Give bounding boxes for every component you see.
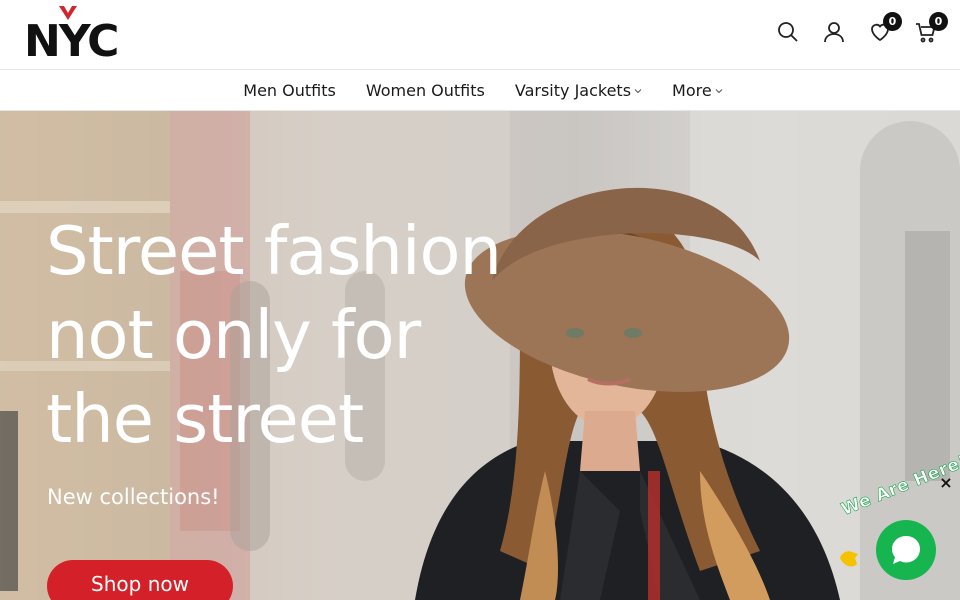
logo[interactable]: NYC [24, 6, 119, 67]
chevron-down-icon [715, 88, 723, 93]
header-actions: 0 0 [776, 12, 948, 44]
shop-now-button[interactable]: Shop now [47, 560, 233, 600]
nav-item-more[interactable]: More [672, 81, 723, 100]
user-icon[interactable] [822, 20, 846, 44]
main-nav: Men Outfits Women Outfits Varsity Jacket… [0, 71, 960, 111]
wishlist-button[interactable]: 0 [868, 12, 902, 44]
nav-item-varsity-jackets[interactable]: Varsity Jackets [515, 81, 642, 100]
wishlist-count-badge: 0 [883, 12, 902, 31]
chevron-down-icon [634, 88, 642, 93]
cart-count-badge: 0 [929, 12, 948, 31]
logo-text: NYC [24, 16, 119, 67]
nav-item-label: Varsity Jackets [514, 81, 632, 100]
hero-banner: Street fashion not only for the street N… [0, 111, 960, 600]
nav-item-label: Women Outfits [365, 81, 485, 100]
nav-item-women-outfits[interactable]: Women Outfits [366, 81, 485, 100]
hero-title: Street fashion not only for the street [46, 209, 566, 461]
nav-item-men-outfits[interactable]: Men Outfits [243, 81, 336, 100]
chat-bubble-icon [892, 536, 920, 564]
site-header: NYC 0 0 [0, 0, 960, 70]
hero-title-line: the street [46, 380, 364, 458]
search-icon[interactable] [776, 20, 800, 44]
hero-subtitle: New collections! [47, 485, 220, 509]
chat-button[interactable] [876, 520, 936, 580]
nav-item-label: Men Outfits [243, 81, 336, 100]
nav-item-label: More [672, 81, 712, 100]
cart-button[interactable]: 0 [914, 12, 948, 44]
waving-hand-icon [838, 548, 860, 572]
hero-title-line: not only for [46, 296, 421, 374]
hero-title-line: Street fashion [46, 212, 502, 290]
